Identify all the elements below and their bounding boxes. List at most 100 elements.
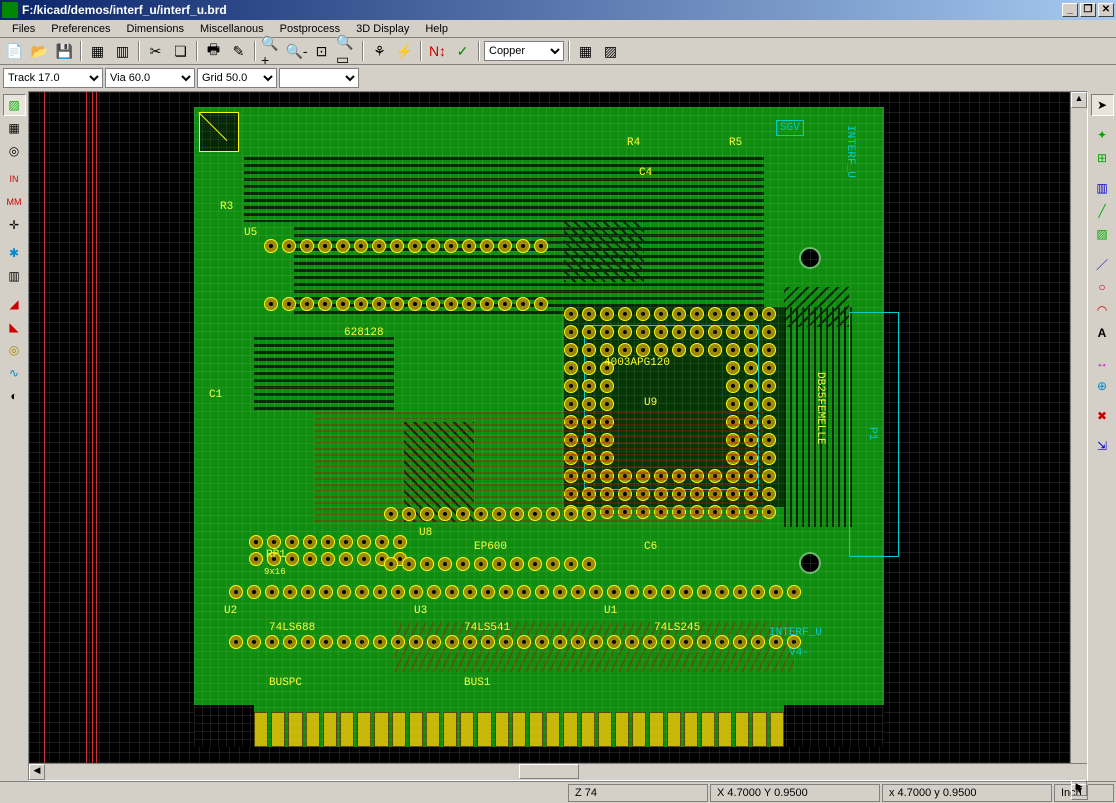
label-c4: C4 (639, 167, 652, 179)
minimize-button[interactable]: _ (1062, 3, 1078, 17)
label-p1: P1 (866, 427, 878, 440)
maximize-button[interactable]: ❐ (1080, 3, 1096, 17)
pcb-canvas[interactable]: U5 R3 C1 C4 R4 R5 SGV 628128 4003APG120 … (29, 92, 1070, 763)
units-inch-icon[interactable]: IN (3, 168, 26, 190)
cursor-shape-icon[interactable]: ✛ (3, 214, 26, 236)
horizontal-scrollbar[interactable]: ◀ ▶ (29, 763, 1087, 780)
menu-preferences[interactable]: Preferences (43, 21, 118, 37)
label-db25: DB25FEMELLE (814, 372, 826, 445)
add-arc-icon[interactable]: ◠ (1091, 299, 1114, 321)
menu-3d-display[interactable]: 3D Display (348, 21, 417, 37)
via-select[interactable]: Via 60.0 (105, 68, 195, 88)
label-c6: C6 (644, 541, 657, 553)
add-circle-icon[interactable]: ○ (1091, 276, 1114, 298)
drc-off-icon[interactable]: ▨ (3, 94, 26, 116)
ratsnest-icon[interactable]: ✱ (3, 242, 26, 264)
label-9x16: 9x16 (264, 567, 286, 577)
add-text-icon[interactable]: A (1091, 322, 1114, 344)
polar-icon[interactable]: ◎ (3, 140, 26, 162)
grid-icon[interactable]: ▦ (3, 117, 26, 139)
add-zone-icon[interactable]: ▨ (1091, 223, 1114, 245)
track-fill-icon[interactable]: ∿ (3, 362, 26, 384)
menu-help[interactable]: Help (417, 21, 456, 37)
module-button[interactable]: ▥ (111, 40, 134, 62)
edit-button[interactable]: ✎ (227, 40, 250, 62)
menu-files[interactable]: Files (4, 21, 43, 37)
label-74ls541: 74LS541 (464, 622, 510, 634)
pcb-board: U5 R3 C1 C4 R4 R5 SGV 628128 4003APG120 … (194, 107, 884, 747)
label-interf: INTERF_U (769, 627, 822, 639)
zoom-area-button[interactable]: 🔍▭ (335, 40, 358, 62)
layer-select[interactable]: Copper (484, 41, 564, 61)
add-module-icon[interactable]: ▥ (1091, 177, 1114, 199)
label-u2: U2 (224, 605, 237, 617)
sheet-button[interactable]: ▦ (86, 40, 109, 62)
local-ratsnest-icon[interactable]: ⊞ (1091, 147, 1114, 169)
offset-icon[interactable]: ⇲ (1091, 435, 1114, 457)
mode1-button[interactable]: ▦ (574, 40, 597, 62)
pad-fill-icon[interactable]: ◎ (3, 339, 26, 361)
label-u3: U3 (414, 605, 427, 617)
erc-button[interactable]: N↕ (426, 40, 449, 62)
menu-miscellanous[interactable]: Miscellanous (192, 21, 272, 37)
auto-zone-icon[interactable]: ◢ (3, 293, 26, 315)
main-area: ▨ ▦ ◎ IN MM ✛ ✱ ▥ ◢ ◣ ◎ ∿ ◐ (0, 91, 1116, 781)
left-toolbar: ▨ ▦ ◎ IN MM ✛ ✱ ▥ ◢ ◣ ◎ ∿ ◐ (0, 91, 28, 781)
highlight-net-icon[interactable]: ✦ (1091, 124, 1114, 146)
titlebar: F:/kicad/demos/interf_u/interf_u.brd _ ❐… (0, 0, 1116, 20)
menu-dimensions[interactable]: Dimensions (119, 21, 192, 37)
find-button[interactable]: ⚘ (368, 40, 391, 62)
label-r5: R5 (729, 137, 742, 149)
vertical-scrollbar[interactable]: ▲ ▼ (1070, 92, 1087, 763)
label-ep600: EP600 (474, 541, 507, 553)
label-r3: R3 (220, 201, 233, 213)
zoom-fit-button[interactable]: ⊡ (310, 40, 333, 62)
label-u5: U5 (244, 227, 257, 239)
cut-button[interactable]: ✂ (144, 40, 167, 62)
zoom-in-button[interactable]: 🔍+ (260, 40, 283, 62)
track-select[interactable]: Track 17.0 (3, 68, 103, 88)
canvas-container: U5 R3 C1 C4 R4 R5 SGV 628128 4003APG120 … (28, 91, 1088, 781)
label-u8: U8 (419, 527, 432, 539)
toolbar-primary: 📄 📂 💾 ▦ ▥ ✂ ❏ 🖶 ✎ 🔍+ 🔍- ⊡ 🔍▭ ⚘ ⚡ N↕ ✓ Co… (0, 38, 1116, 65)
close-button[interactable]: ✕ (1098, 3, 1114, 17)
add-target-icon[interactable]: ⊕ (1091, 375, 1114, 397)
status-zoom: Z 74 (568, 784, 708, 802)
label-sgv: SGV (776, 120, 804, 136)
zoom-select[interactable] (279, 68, 359, 88)
delete-icon[interactable]: ✖ (1091, 405, 1114, 427)
net-button[interactable]: ⚡ (393, 40, 416, 62)
new-button[interactable]: 📄 (3, 40, 26, 62)
label-628128: 628128 (344, 327, 384, 339)
copy-button[interactable]: ❏ (169, 40, 192, 62)
cursor-tool-icon[interactable]: ➤ (1091, 94, 1114, 116)
open-button[interactable]: 📂 (28, 40, 51, 62)
label-rp1: RP1 (266, 549, 286, 561)
mode2-button[interactable]: ▨ (599, 40, 622, 62)
status-rel-coords: x 4.7000 y 0.9500 (882, 784, 1052, 802)
save-button[interactable]: 💾 (53, 40, 76, 62)
status-abs-coords: X 4.7000 Y 0.9500 (710, 784, 880, 802)
label-buspc: BUSPC (269, 677, 302, 689)
label-74ls688: 74LS688 (269, 622, 315, 634)
edge-connector (254, 712, 784, 747)
zoom-out-button[interactable]: 🔍- (285, 40, 308, 62)
add-line-icon[interactable]: ／ (1091, 253, 1114, 275)
contrast-icon[interactable]: ◐ (3, 385, 26, 407)
label-interf-top: INTERF_U (844, 125, 856, 178)
label-74ls245: 74LS245 (654, 622, 700, 634)
drc-button[interactable]: ✓ (451, 40, 474, 62)
module-ratsnest-icon[interactable]: ▥ (3, 265, 26, 287)
toolbar-secondary: Track 17.0 Via 60.0 Grid 50.0 (0, 65, 1116, 91)
print-button[interactable]: 🖶 (202, 40, 225, 62)
label-r4: R4 (627, 137, 640, 149)
label-u9: U9 (644, 397, 657, 409)
add-track-icon[interactable]: ╱ (1091, 200, 1114, 222)
label-4003: 4003APG120 (604, 357, 670, 369)
right-toolbar: ➤ ✦ ⊞ ▥ ╱ ▨ ／ ○ ◠ A ↔ ⊕ ✖ ⇲ (1088, 91, 1116, 781)
units-mm-icon[interactable]: MM (3, 191, 26, 213)
add-dimension-icon[interactable]: ↔ (1091, 352, 1114, 374)
show-zone-icon[interactable]: ◣ (3, 316, 26, 338)
grid-select[interactable]: Grid 50.0 (197, 68, 277, 88)
label-c1: C1 (209, 389, 222, 401)
